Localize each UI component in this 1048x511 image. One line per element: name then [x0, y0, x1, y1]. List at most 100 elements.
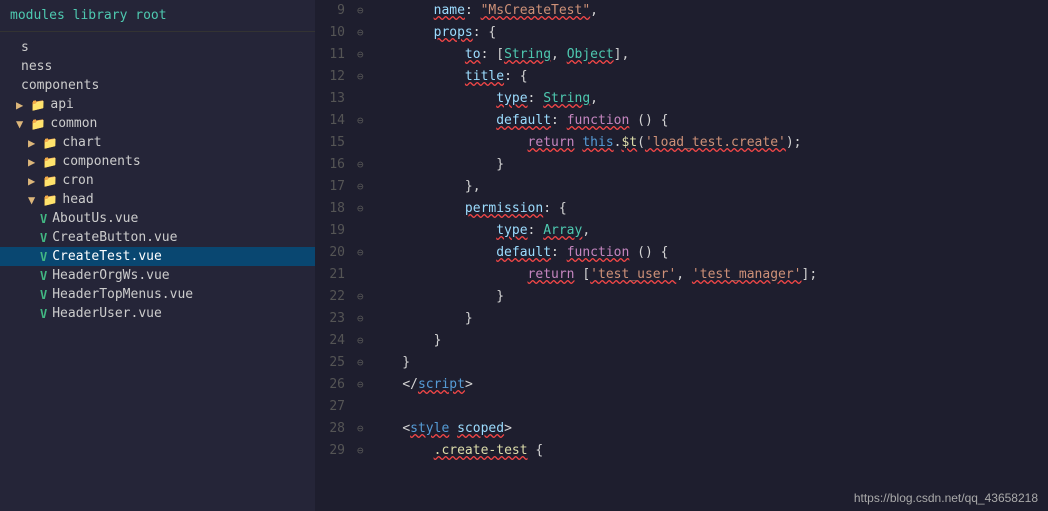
- ln-28: 28: [315, 418, 345, 440]
- folder-icon: ▶ 📁: [16, 98, 45, 112]
- fold-24: ⊖: [357, 330, 369, 352]
- code-line-19: type: Array,: [353, 220, 1048, 242]
- ln-25: 25: [315, 352, 345, 374]
- sidebar-item-ness[interactable]: ness: [0, 57, 315, 76]
- folder-open-icon: ▼ 📁: [28, 193, 57, 207]
- code-line-23: ⊖ }: [353, 308, 1048, 330]
- vue-icon: V: [40, 212, 47, 226]
- code-editor[interactable]: 9 10 11 12 13 14 15 16 17 18 19 20 21 22…: [315, 0, 1048, 511]
- folder-icon: ▶ 📁: [28, 174, 57, 188]
- sidebar-item-headertopmenu[interactable]: V HeaderTopMenus.vue: [0, 285, 315, 304]
- sidebar-item-label: common: [50, 116, 97, 131]
- fold-27: [357, 396, 369, 418]
- sidebar-item-api[interactable]: ▶ 📁 api: [0, 95, 315, 114]
- code-line-28: ⊖ <style scoped>: [353, 418, 1048, 440]
- vue-icon: V: [40, 231, 47, 245]
- code-line-29: ⊖ .create-test {: [353, 440, 1048, 462]
- code-line-9: ⊖ name: "MsCreateTest",: [353, 0, 1048, 22]
- code-line-13: type: String,: [353, 88, 1048, 110]
- sidebar-item-label: CreateButton.vue: [52, 230, 177, 245]
- line-numbers: 9 10 11 12 13 14 15 16 17 18 19 20 21 22…: [315, 0, 353, 511]
- ln-11: 11: [315, 44, 345, 66]
- code-line-25: ⊖ }: [353, 352, 1048, 374]
- sidebar-item-components[interactable]: components: [0, 76, 315, 95]
- ln-14: 14: [315, 110, 345, 132]
- fold-9: ⊖: [357, 0, 369, 22]
- folder-icon: ▶ 📁: [28, 155, 57, 169]
- fold-26: ⊖: [357, 374, 369, 396]
- sidebar-item-label: HeaderUser.vue: [52, 306, 162, 321]
- ln-20: 20: [315, 242, 345, 264]
- code-line-26: ⊖ </script>: [353, 374, 1048, 396]
- ln-12: 12: [315, 66, 345, 88]
- sidebar-item-s[interactable]: s: [0, 38, 315, 57]
- code-line-14: ⊖ default: function () {: [353, 110, 1048, 132]
- vue-icon: V: [40, 250, 47, 264]
- sidebar-header: modules library root: [0, 0, 315, 32]
- sidebar-item-aboutus[interactable]: V AboutUs.vue: [0, 209, 315, 228]
- ln-15: 15: [315, 132, 345, 154]
- fold-23: ⊖: [357, 308, 369, 330]
- code-line-27: [353, 396, 1048, 418]
- fold-22: ⊖: [357, 286, 369, 308]
- code-line-22: ⊖ }: [353, 286, 1048, 308]
- ln-29: 29: [315, 440, 345, 462]
- sidebar-item-label: HeaderOrgWs.vue: [52, 268, 169, 283]
- code-lines[interactable]: ⊖ name: "MsCreateTest", ⊖ props: { ⊖ to:…: [353, 0, 1048, 511]
- sidebar-item-label: s: [21, 40, 29, 55]
- ln-21: 21: [315, 264, 345, 286]
- sidebar-item-createtest[interactable]: V CreateTest.vue: [0, 247, 315, 266]
- ln-19: 19: [315, 220, 345, 242]
- code-line-10: ⊖ props: {: [353, 22, 1048, 44]
- code-line-15: return this.$t('load_test.create');: [353, 132, 1048, 154]
- sidebar-item-headeruser[interactable]: V HeaderUser.vue: [0, 304, 315, 323]
- fold-19: [357, 220, 369, 242]
- sidebar-root-label: library root: [73, 8, 167, 23]
- vue-icon: V: [40, 307, 47, 321]
- ln-23: 23: [315, 308, 345, 330]
- fold-25: ⊖: [357, 352, 369, 374]
- fold-14: ⊖: [357, 110, 369, 132]
- fold-17: ⊖: [357, 176, 369, 198]
- sidebar-item-label: CreateTest.vue: [52, 249, 162, 264]
- sidebar-item-label: HeaderTopMenus.vue: [52, 287, 193, 302]
- sidebar-item-common[interactable]: ▼ 📁 common: [0, 114, 315, 133]
- ln-16: 16: [315, 154, 345, 176]
- fold-15: [357, 132, 369, 154]
- sidebar-tree: s ness components ▶ 📁 api ▼ 📁 common ▶ 📁…: [0, 32, 315, 511]
- fold-11: ⊖: [357, 44, 369, 66]
- sidebar-item-label: AboutUs.vue: [52, 211, 138, 226]
- fold-21: [357, 264, 369, 286]
- sidebar-header-prefix: modules: [10, 8, 65, 23]
- ln-13: 13: [315, 88, 345, 110]
- code-area: 9 10 11 12 13 14 15 16 17 18 19 20 21 22…: [315, 0, 1048, 511]
- sidebar: modules library root s ness components ▶…: [0, 0, 315, 511]
- fold-18: ⊖: [357, 198, 369, 220]
- sidebar-item-label: components: [62, 154, 140, 169]
- sidebar-item-components2[interactable]: ▶ 📁 components: [0, 152, 315, 171]
- sidebar-item-chart[interactable]: ▶ 📁 chart: [0, 133, 315, 152]
- code-line-12: ⊖ title: {: [353, 66, 1048, 88]
- code-line-11: ⊖ to: [String, Object],: [353, 44, 1048, 66]
- sidebar-item-cron[interactable]: ▶ 📁 cron: [0, 171, 315, 190]
- ln-17: 17: [315, 176, 345, 198]
- fold-28: ⊖: [357, 418, 369, 440]
- ln-24: 24: [315, 330, 345, 352]
- ln-27: 27: [315, 396, 345, 418]
- code-line-18: ⊖ permission: {: [353, 198, 1048, 220]
- fold-10: ⊖: [357, 22, 369, 44]
- fold-20: ⊖: [357, 242, 369, 264]
- sidebar-item-createbutton[interactable]: V CreateButton.vue: [0, 228, 315, 247]
- ln-9: 9: [315, 0, 345, 22]
- code-line-20: ⊖ default: function () {: [353, 242, 1048, 264]
- sidebar-item-label: ness: [21, 59, 52, 74]
- fold-16: ⊖: [357, 154, 369, 176]
- code-line-24: ⊖ }: [353, 330, 1048, 352]
- sidebar-item-label: components: [21, 78, 99, 93]
- sidebar-item-headerorgws[interactable]: V HeaderOrgWs.vue: [0, 266, 315, 285]
- code-line-21: return ['test_user', 'test_manager'];: [353, 264, 1048, 286]
- ln-22: 22: [315, 286, 345, 308]
- fold-29: ⊖: [357, 440, 369, 462]
- sidebar-item-head[interactable]: ▼ 📁 head: [0, 190, 315, 209]
- vue-icon: V: [40, 269, 47, 283]
